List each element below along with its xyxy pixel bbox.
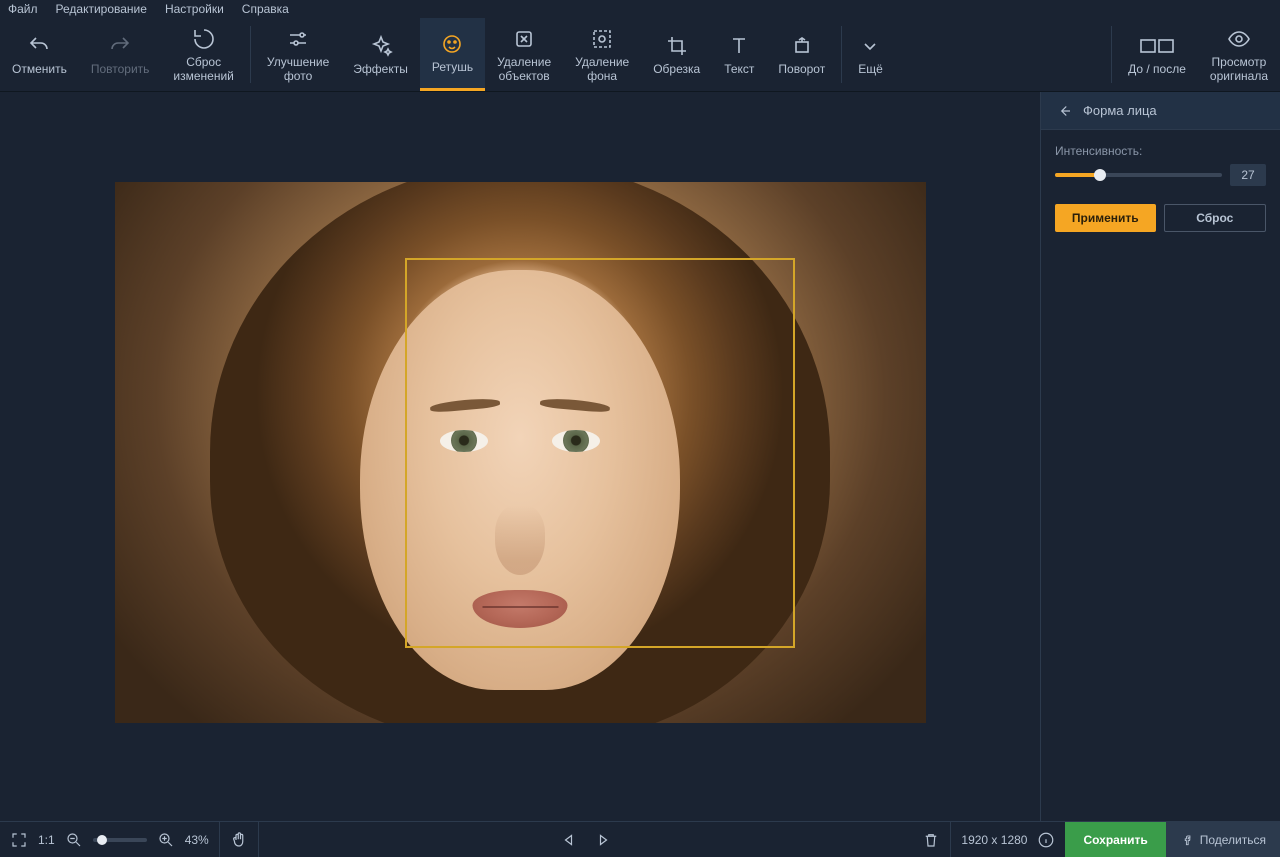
view-orig-label: Просмотр оригинала [1210,55,1268,83]
reset-icon [192,27,216,51]
crop-button[interactable]: Обрезка [641,18,712,91]
pan-button[interactable] [230,831,248,849]
intensity-label: Интенсивность: [1055,144,1266,158]
delete-objects-button[interactable]: Удаление объектов [485,18,563,91]
intensity-slider[interactable] [1055,173,1222,177]
crop-label: Обрезка [653,62,700,76]
menu-bar: Файл Редактирование Настройки Справка [0,0,1280,18]
rotate-icon [790,34,814,58]
text-label: Текст [724,62,754,76]
retouch-button[interactable]: Ретушь [420,18,485,91]
view-original-button[interactable]: Просмотр оригинала [1198,18,1280,91]
right-sidebar: Форма лица Интенсивность: 27 Применить С… [1040,92,1280,821]
redo-button[interactable]: Повторить [79,18,162,91]
apply-button[interactable]: Применить [1055,204,1156,232]
canvas-area[interactable] [0,92,1040,821]
effects-button[interactable]: Эффекты [341,18,420,91]
status-bar: 1:1 43% 1920 x 1280 Сохранить Поделиться [0,821,1280,857]
intensity-value: 27 [1230,164,1266,186]
text-icon [727,34,751,58]
redo-label: Повторить [91,62,150,76]
enhance-button[interactable]: Улучшение фото [255,18,341,91]
photo-preview [115,182,926,723]
delobj-label: Удаление объектов [497,55,551,83]
sliders-icon [286,27,310,51]
share-label: Поделиться [1200,833,1266,847]
menu-edit[interactable]: Редактирование [56,2,147,16]
chevron-down-icon [858,34,882,58]
delete-button[interactable] [922,831,940,849]
face-selection-box[interactable] [405,258,795,648]
more-button[interactable]: Ещё [846,18,895,91]
enhance-label: Улучшение фото [267,55,329,83]
more-label: Ещё [858,62,883,76]
zoom-percent: 43% [185,833,209,847]
rotate-button[interactable]: Поворот [766,18,837,91]
before-after-label: До / после [1128,62,1186,76]
fullscreen-button[interactable] [10,831,28,849]
face-icon [440,32,464,56]
reset-button[interactable]: Сброс [1164,204,1267,232]
sparkle-icon [369,34,393,58]
menu-help[interactable]: Справка [242,2,289,16]
retouch-label: Ретушь [432,60,473,74]
erase-object-icon [512,27,536,51]
before-after-button[interactable]: До / после [1116,18,1198,91]
redo-icon [108,34,132,58]
back-arrow-icon[interactable] [1055,102,1073,120]
reset-label: Сброс изменений [173,55,233,83]
reset-changes-button[interactable]: Сброс изменений [161,18,245,91]
crop-icon [665,34,689,58]
facebook-icon [1180,833,1194,847]
menu-file[interactable]: Файл [8,2,38,16]
zoom-slider[interactable] [93,838,147,842]
effects-label: Эффекты [353,62,408,76]
text-button[interactable]: Текст [712,18,766,91]
compare-icon [1139,34,1175,58]
prev-button[interactable] [561,831,579,849]
erase-bg-icon [590,27,614,51]
share-button[interactable]: Поделиться [1166,822,1280,857]
save-button[interactable]: Сохранить [1065,822,1165,857]
image-dimensions: 1920 x 1280 [961,833,1027,847]
zoom-in-button[interactable] [157,831,175,849]
main-toolbar: Отменить Повторить Сброс изменений Улучш… [0,18,1280,92]
panel-header: Форма лица [1041,92,1280,130]
next-button[interactable] [593,831,611,849]
info-button[interactable] [1037,831,1055,849]
undo-button[interactable]: Отменить [0,18,79,91]
undo-label: Отменить [12,62,67,76]
rotate-label: Поворот [778,62,825,76]
menu-settings[interactable]: Настройки [165,2,224,16]
delbg-label: Удаление фона [575,55,629,83]
scale-11-button[interactable]: 1:1 [38,833,55,847]
undo-icon [27,34,51,58]
delete-background-button[interactable]: Удаление фона [563,18,641,91]
eye-icon [1227,27,1251,51]
zoom-out-button[interactable] [65,831,83,849]
panel-title: Форма лица [1083,103,1157,118]
